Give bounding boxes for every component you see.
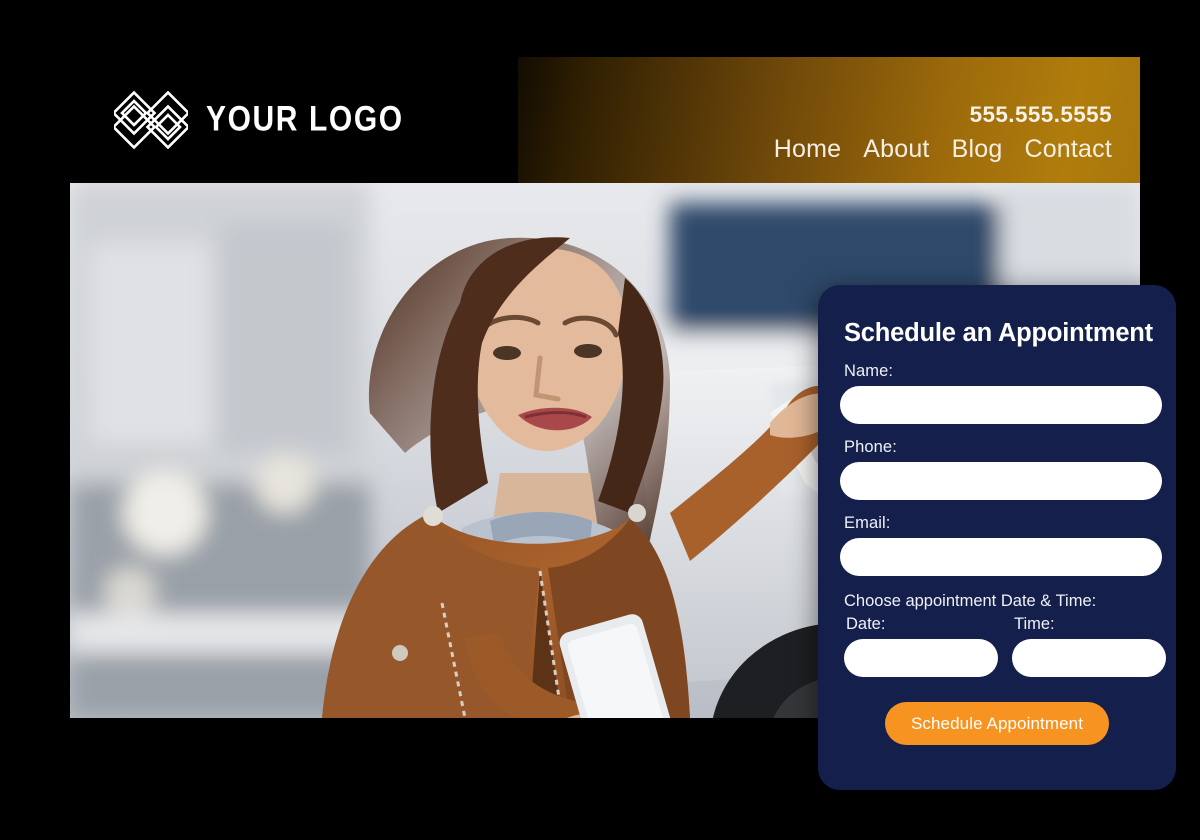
phone-input[interactable] bbox=[840, 462, 1162, 500]
email-input[interactable] bbox=[840, 538, 1162, 576]
date-input[interactable] bbox=[844, 639, 998, 677]
nav-item-about[interactable]: About bbox=[863, 135, 929, 164]
datetime-row: Date: Time: bbox=[844, 615, 1166, 677]
submit-row: Schedule Appointment bbox=[840, 702, 1154, 745]
logo-text: YOUR LOGO bbox=[206, 99, 404, 139]
name-field-label: Name: bbox=[844, 362, 894, 380]
time-input[interactable] bbox=[1012, 639, 1166, 677]
site-header: YOUR LOGO 555.555.5555 Home About Blog C… bbox=[70, 57, 1140, 183]
nav-item-home[interactable]: Home bbox=[774, 135, 842, 164]
time-field-label: Time: bbox=[1014, 615, 1055, 633]
phone-number[interactable]: 555.555.5555 bbox=[970, 102, 1112, 128]
header-nav-block: 555.555.5555 Home About Blog Contact bbox=[518, 57, 1140, 183]
appointment-form-card: Schedule an Appointment Name: Phone: Ema… bbox=[818, 285, 1176, 790]
logo-block[interactable]: YOUR LOGO bbox=[70, 57, 518, 183]
page-stage: YOUR LOGO 555.555.5555 Home About Blog C… bbox=[0, 0, 1200, 840]
date-field-label: Date: bbox=[846, 615, 886, 633]
interlocking-diamonds-logo-icon bbox=[114, 91, 188, 149]
nav-item-blog[interactable]: Blog bbox=[952, 135, 1003, 164]
primary-navigation: Home About Blog Contact bbox=[774, 135, 1112, 164]
nav-item-contact[interactable]: Contact bbox=[1024, 135, 1112, 164]
time-field-group: Time: bbox=[1012, 615, 1166, 677]
date-field-group: Date: bbox=[844, 615, 998, 677]
form-title: Schedule an Appointment bbox=[844, 319, 1153, 347]
name-input[interactable] bbox=[840, 386, 1162, 424]
phone-field-label: Phone: bbox=[844, 438, 897, 456]
datetime-group-label: Choose appointment Date & Time: bbox=[844, 592, 1097, 610]
email-field-label: Email: bbox=[844, 514, 891, 532]
schedule-appointment-button[interactable]: Schedule Appointment bbox=[884, 702, 1110, 745]
